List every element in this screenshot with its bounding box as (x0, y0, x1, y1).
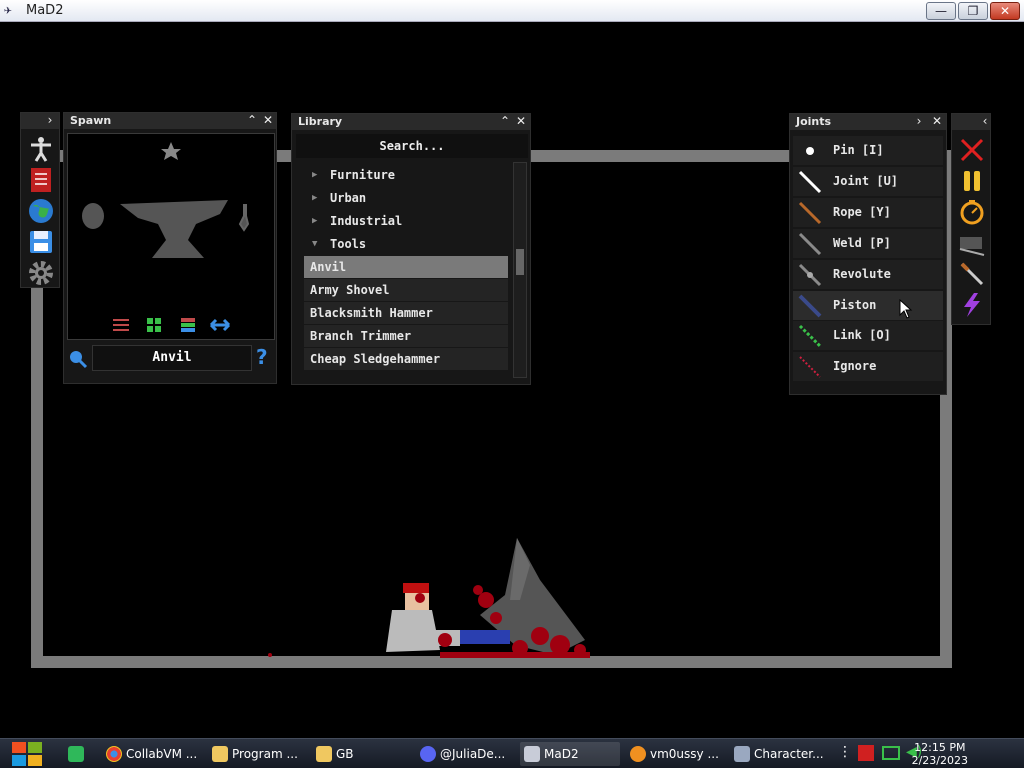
collapse-arrow-icon[interactable]: ‹ (978, 115, 992, 129)
taskbar-item-discord[interactable]: @JuliaDe... (416, 742, 514, 766)
app-icon (734, 746, 750, 762)
tool-strip: › (20, 112, 60, 288)
spawn-close-icon[interactable]: ✕ (261, 114, 275, 128)
library-item-army-shovel[interactable]: Army Shovel (304, 279, 508, 301)
spawn-preview[interactable] (67, 133, 275, 340)
folder-icon (212, 746, 228, 762)
caret-right-icon: ▶ (312, 216, 318, 226)
joint-joint[interactable]: Joint [U] (793, 167, 943, 196)
taskbar: CollabVM ... Program ... GB @JuliaDe... … (0, 738, 1024, 768)
chrome-icon (106, 746, 122, 762)
joint-rope[interactable]: Rope [Y] (793, 198, 943, 227)
mad2-icon (524, 746, 540, 762)
collapse-icon[interactable]: ⌃ (245, 114, 259, 128)
pause-icon[interactable] (958, 167, 986, 195)
window-titlebar: ✈ MaD2 — ❐ ✕ (0, 0, 1024, 22)
discord-icon (420, 746, 436, 762)
folder-icon (316, 746, 332, 762)
joint-pin[interactable]: Pin [I] (793, 136, 943, 165)
favorite-star-icon (161, 142, 181, 160)
taskbar-item-character[interactable]: Character... (730, 742, 828, 766)
ignore-icon (799, 356, 821, 378)
taskbar-item-collabvm[interactable]: CollabVM ... (102, 742, 200, 766)
notebook-icon[interactable] (27, 166, 55, 194)
caret-right-icon: ▶ (312, 193, 318, 203)
search-icon[interactable] (68, 349, 88, 369)
taskbar-item-program-files[interactable]: Program ... (208, 742, 306, 766)
stone-object (82, 203, 104, 229)
joint-ignore[interactable]: Ignore (793, 352, 943, 381)
save-disk-icon[interactable] (27, 228, 55, 256)
taskbar-item-vm[interactable]: vm0ussy ... (626, 742, 724, 766)
collapse-icon[interactable]: ⌃ (498, 115, 512, 129)
stopwatch-icon[interactable] (958, 198, 986, 226)
expand-arrow-icon[interactable]: › (43, 114, 57, 128)
knife-icon[interactable] (958, 260, 986, 288)
library-item-branch-trimmer[interactable]: Branch Trimmer (304, 325, 508, 347)
overflow-menu-icon[interactable]: ⋮ (838, 744, 852, 760)
chat-icon (68, 746, 84, 762)
anvil-object (120, 200, 228, 258)
joint-icon (798, 170, 822, 194)
category-industrial[interactable]: ▶ Industrial (304, 210, 508, 232)
mouse-cursor-icon (899, 299, 913, 319)
settings-sliders-icon (113, 319, 129, 331)
caret-down-icon: ▼ (312, 239, 318, 249)
list-view-icon (181, 318, 195, 332)
joint-revolute[interactable]: Revolute (793, 260, 943, 289)
shovel-object (238, 204, 250, 232)
library-item-anvil[interactable]: Anvil (304, 256, 508, 278)
library-search-input[interactable]: Search... (296, 134, 528, 158)
taskbar-item-mad2[interactable]: MaD2 (520, 742, 620, 766)
globe-icon[interactable] (27, 197, 55, 225)
pin-icon (806, 147, 814, 155)
delete-x-icon[interactable] (958, 136, 986, 164)
revolute-icon (798, 263, 822, 287)
category-tools[interactable]: ▼ Tools (304, 233, 508, 255)
maximize-button[interactable]: ❐ (958, 2, 988, 20)
rope-icon (798, 201, 822, 225)
network-icon[interactable] (882, 746, 900, 760)
category-urban[interactable]: ▶ Urban (304, 187, 508, 209)
category-furniture[interactable]: ▶ Furniture (304, 164, 508, 186)
link-icon (798, 324, 822, 348)
start-windows-icon[interactable] (10, 740, 44, 768)
library-close-icon[interactable]: ✕ (514, 115, 528, 129)
x-icon (630, 746, 646, 762)
library-title: Library (292, 114, 530, 130)
spawn-panel: Spawn ⌃ ✕ Anvil ? (63, 112, 277, 384)
library-scrollbar[interactable] (513, 162, 527, 378)
action-center-flag-icon[interactable] (858, 745, 874, 761)
grid-view-icon (147, 318, 161, 332)
scrollbar-thumb[interactable] (516, 249, 524, 275)
blade-tool-icon[interactable] (958, 229, 986, 257)
joint-piston[interactable]: Piston (793, 291, 943, 320)
lightning-icon[interactable] (958, 291, 986, 319)
system-clock[interactable]: 12:15 PM 2/23/2023 (912, 741, 968, 767)
library-panel: Library ⌃ ✕ Search... ▶ Furniture ▶ Urban … (291, 113, 531, 385)
joint-weld[interactable]: Weld [P] (793, 229, 943, 258)
weld-icon (798, 232, 822, 256)
caret-right-icon: ▶ (312, 170, 318, 180)
spawn-item-name: Anvil (92, 345, 252, 371)
right-tool-strip: ‹ (951, 113, 991, 325)
gear-icon[interactable] (27, 259, 55, 287)
window-title: MaD2 (26, 3, 64, 18)
library-item-cheap-sledgehammer[interactable]: Cheap Sledgehammer (304, 348, 508, 370)
character-icon[interactable] (27, 135, 55, 163)
taskbar-item-gb[interactable]: GB (312, 742, 408, 766)
help-icon[interactable]: ? (256, 345, 268, 369)
expand-arrow-icon[interactable]: › (912, 115, 926, 129)
taskbar-item-chat[interactable] (64, 742, 96, 766)
app-icon: ✈ (4, 3, 12, 18)
minimize-button[interactable]: — (926, 2, 956, 20)
library-item-blacksmith-hammer[interactable]: Blacksmith Hammer (304, 302, 508, 324)
piston-icon (798, 294, 822, 318)
joint-link[interactable]: Link [O] (793, 321, 943, 350)
close-button[interactable]: ✕ (990, 2, 1020, 20)
joints-panel: Joints › ✕ Pin [I] Joint [U] Rope [Y] We… (789, 113, 947, 395)
joints-close-icon[interactable]: ✕ (930, 115, 944, 129)
swap-arrows-icon (209, 318, 231, 332)
